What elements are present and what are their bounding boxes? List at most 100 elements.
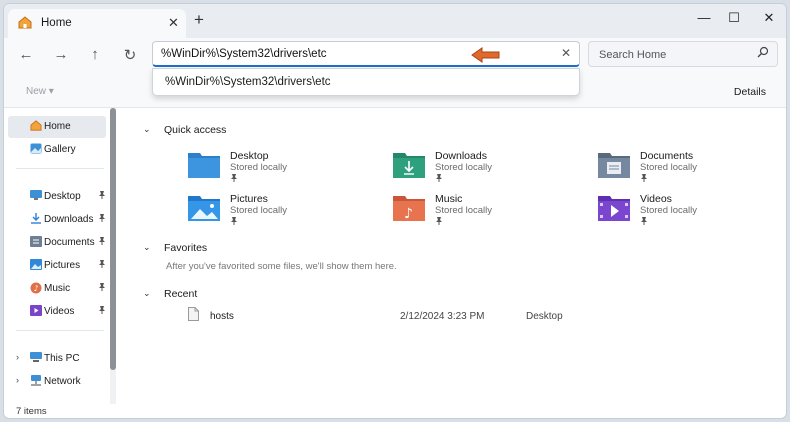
section-title: Favorites: [164, 242, 208, 254]
new-button[interactable]: New ▾: [26, 86, 54, 97]
quick-access-documents[interactable]: Documents Stored locally: [598, 150, 786, 190]
item-status: Stored locally: [640, 205, 698, 216]
pin-icon: [98, 306, 106, 316]
this-pc-icon: [30, 352, 42, 365]
recent-file-date: 2/12/2024 3:23 PM: [400, 311, 485, 322]
pin-icon: [640, 174, 648, 184]
forward-button[interactable]: →: [51, 46, 71, 63]
sidebar-item-music[interactable]: ♪ Music: [8, 278, 106, 300]
item-status: Stored locally: [230, 162, 288, 173]
desktop-folder-icon: [188, 150, 220, 181]
sidebar-item-pictures[interactable]: Pictures: [8, 255, 106, 277]
sidebar-label-home: Home: [44, 121, 71, 132]
item-name: Videos: [640, 193, 672, 205]
tab-close-icon[interactable]: ✕: [168, 15, 179, 31]
sidebar-scroll-thumb[interactable]: [110, 108, 116, 370]
sidebar-label-desktop: Desktop: [44, 191, 81, 202]
details-button[interactable]: Details: [734, 86, 766, 98]
quick-access-desktop[interactable]: Desktop Stored locally: [188, 150, 388, 190]
pin-icon: [98, 191, 106, 201]
sidebar-item-network[interactable]: › Network: [8, 371, 106, 393]
address-value: %WinDir%\System32\drivers\etc: [161, 48, 327, 60]
sidebar-item-home[interactable]: Home: [8, 116, 106, 138]
section-title: Quick access: [164, 124, 227, 136]
search-icon: [757, 46, 769, 61]
main-content: ⌄ Quick access Desktop Stored locally Do…: [118, 108, 786, 404]
file-icon: [188, 307, 199, 324]
section-title: Recent: [164, 288, 198, 300]
svg-text:♪: ♪: [34, 284, 39, 293]
clear-address-icon[interactable]: ✕: [561, 46, 571, 60]
chevron-right-icon[interactable]: ›: [16, 375, 19, 385]
chevron-down-icon[interactable]: ⌄: [143, 242, 151, 253]
up-button[interactable]: ↑: [85, 46, 105, 63]
sidebar-label-this-pc: This PC: [44, 353, 80, 364]
item-status: Stored locally: [435, 162, 493, 173]
chevron-right-icon[interactable]: ›: [16, 352, 19, 362]
sidebar-item-videos[interactable]: Videos: [8, 301, 106, 323]
gallery-icon: [30, 143, 42, 157]
sidebar-item-desktop[interactable]: Desktop: [8, 186, 106, 208]
item-status: Stored locally: [435, 205, 493, 216]
sidebar-item-this-pc[interactable]: › This PC: [8, 348, 106, 370]
sidebar-label-videos: Videos: [44, 306, 75, 317]
suggestion-text: %WinDir%\System32\drivers\etc: [165, 76, 331, 88]
pin-icon: [98, 260, 106, 270]
address-row: ← → ↑ ↻ %WinDir%\System32\drivers\etc ✕ …: [4, 38, 786, 72]
recent-file-name: hosts: [210, 311, 234, 322]
minimize-button[interactable]: —: [689, 6, 719, 30]
back-button[interactable]: ←: [16, 46, 36, 63]
item-name: Pictures: [230, 193, 268, 205]
sidebar-label-documents: Documents: [44, 237, 95, 248]
sidebar-label-music: Music: [44, 283, 71, 294]
desktop-icon: [30, 190, 42, 203]
title-bar: Home ✕ + — ☐ ✕: [4, 4, 786, 38]
pin-icon: [230, 217, 238, 227]
pin-icon: [98, 214, 106, 224]
item-name: Music: [435, 193, 463, 205]
music-folder-icon: ♪: [393, 193, 425, 224]
sidebar-item-downloads[interactable]: Downloads: [8, 209, 106, 231]
sidebar-item-gallery[interactable]: Gallery: [8, 139, 106, 161]
chevron-down-icon[interactable]: ⌄: [143, 124, 151, 135]
arrow-icon: [471, 47, 501, 66]
svg-text:♪: ♪: [404, 206, 413, 221]
home-icon: [30, 120, 42, 134]
home-icon: [18, 16, 32, 32]
quick-access-videos[interactable]: Videos Stored locally: [598, 193, 786, 233]
documents-icon: [30, 236, 42, 250]
chevron-down-icon[interactable]: ⌄: [143, 288, 151, 299]
item-status: Stored locally: [230, 205, 288, 216]
pin-icon: [98, 237, 106, 247]
pictures-icon: [30, 259, 42, 273]
quick-access-pictures[interactable]: Pictures Stored locally: [188, 193, 388, 233]
address-suggestion[interactable]: %WinDir%\System32\drivers\etc: [152, 68, 580, 96]
quick-access-music[interactable]: ♪ Music Stored locally: [393, 193, 593, 233]
pin-icon: [435, 174, 443, 184]
recent-file-row[interactable]: hosts 2/12/2024 3:23 PM Desktop: [188, 307, 748, 325]
item-status: Stored locally: [640, 162, 698, 173]
address-input[interactable]: %WinDir%\System32\drivers\etc ✕: [152, 41, 580, 67]
pin-icon: [640, 217, 648, 227]
navigation-pane: Home Gallery Desktop Downloads Documents: [4, 108, 116, 404]
pin-icon: [230, 174, 238, 184]
tab-title: Home: [41, 17, 72, 29]
item-name: Downloads: [435, 150, 487, 162]
sidebar-label-gallery: Gallery: [44, 144, 76, 155]
music-icon: ♪: [30, 282, 42, 297]
close-window-button[interactable]: ✕: [754, 6, 784, 30]
sidebar-divider: [16, 330, 104, 331]
maximize-button[interactable]: ☐: [719, 6, 749, 30]
recent-file-location: Desktop: [526, 311, 563, 322]
tab-home[interactable]: Home ✕: [8, 9, 186, 38]
quick-access-downloads[interactable]: Downloads Stored locally: [393, 150, 593, 190]
documents-folder-icon: [598, 150, 630, 181]
sidebar-item-documents[interactable]: Documents: [8, 232, 106, 254]
search-input[interactable]: Search Home: [588, 41, 778, 67]
refresh-button[interactable]: ↻: [120, 46, 140, 64]
sidebar-divider: [16, 168, 104, 169]
file-explorer-window: Home ✕ + — ☐ ✕ ← → ↑ ↻ %WinDir%\System32…: [3, 3, 787, 419]
new-tab-button[interactable]: +: [194, 10, 204, 30]
pin-icon: [98, 283, 106, 293]
item-name: Documents: [640, 150, 694, 162]
